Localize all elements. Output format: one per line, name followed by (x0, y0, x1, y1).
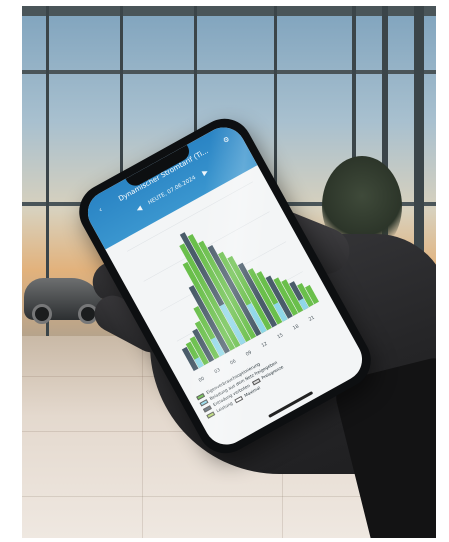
settings-icon[interactable]: ⚙ (220, 133, 234, 147)
prev-day-icon[interactable]: ◀ (132, 202, 146, 216)
legend-swatch (233, 395, 243, 403)
x-tick-label: 09 (245, 350, 253, 358)
ceiling-beam (22, 6, 436, 16)
x-tick-label: 12 (261, 341, 269, 349)
next-day-icon[interactable]: ▶ (198, 166, 212, 180)
x-tick-label: 21 (308, 315, 316, 323)
photo-scene: ‹ Dynamischer Stromtarif (Ti... ⚙ ◀ HEUT… (22, 6, 436, 538)
floor-tile-line (142, 336, 143, 538)
x-tick-label: 00 (198, 376, 206, 384)
x-tick-label: 03 (213, 367, 221, 375)
legend-swatch (206, 410, 216, 419)
x-tick-label: 18 (292, 323, 300, 331)
window-transom (22, 70, 436, 74)
x-tick-label: 06 (229, 358, 237, 366)
car-wheel (32, 304, 52, 324)
back-icon[interactable]: ‹ (94, 203, 108, 217)
x-tick-label: 15 (276, 332, 284, 340)
